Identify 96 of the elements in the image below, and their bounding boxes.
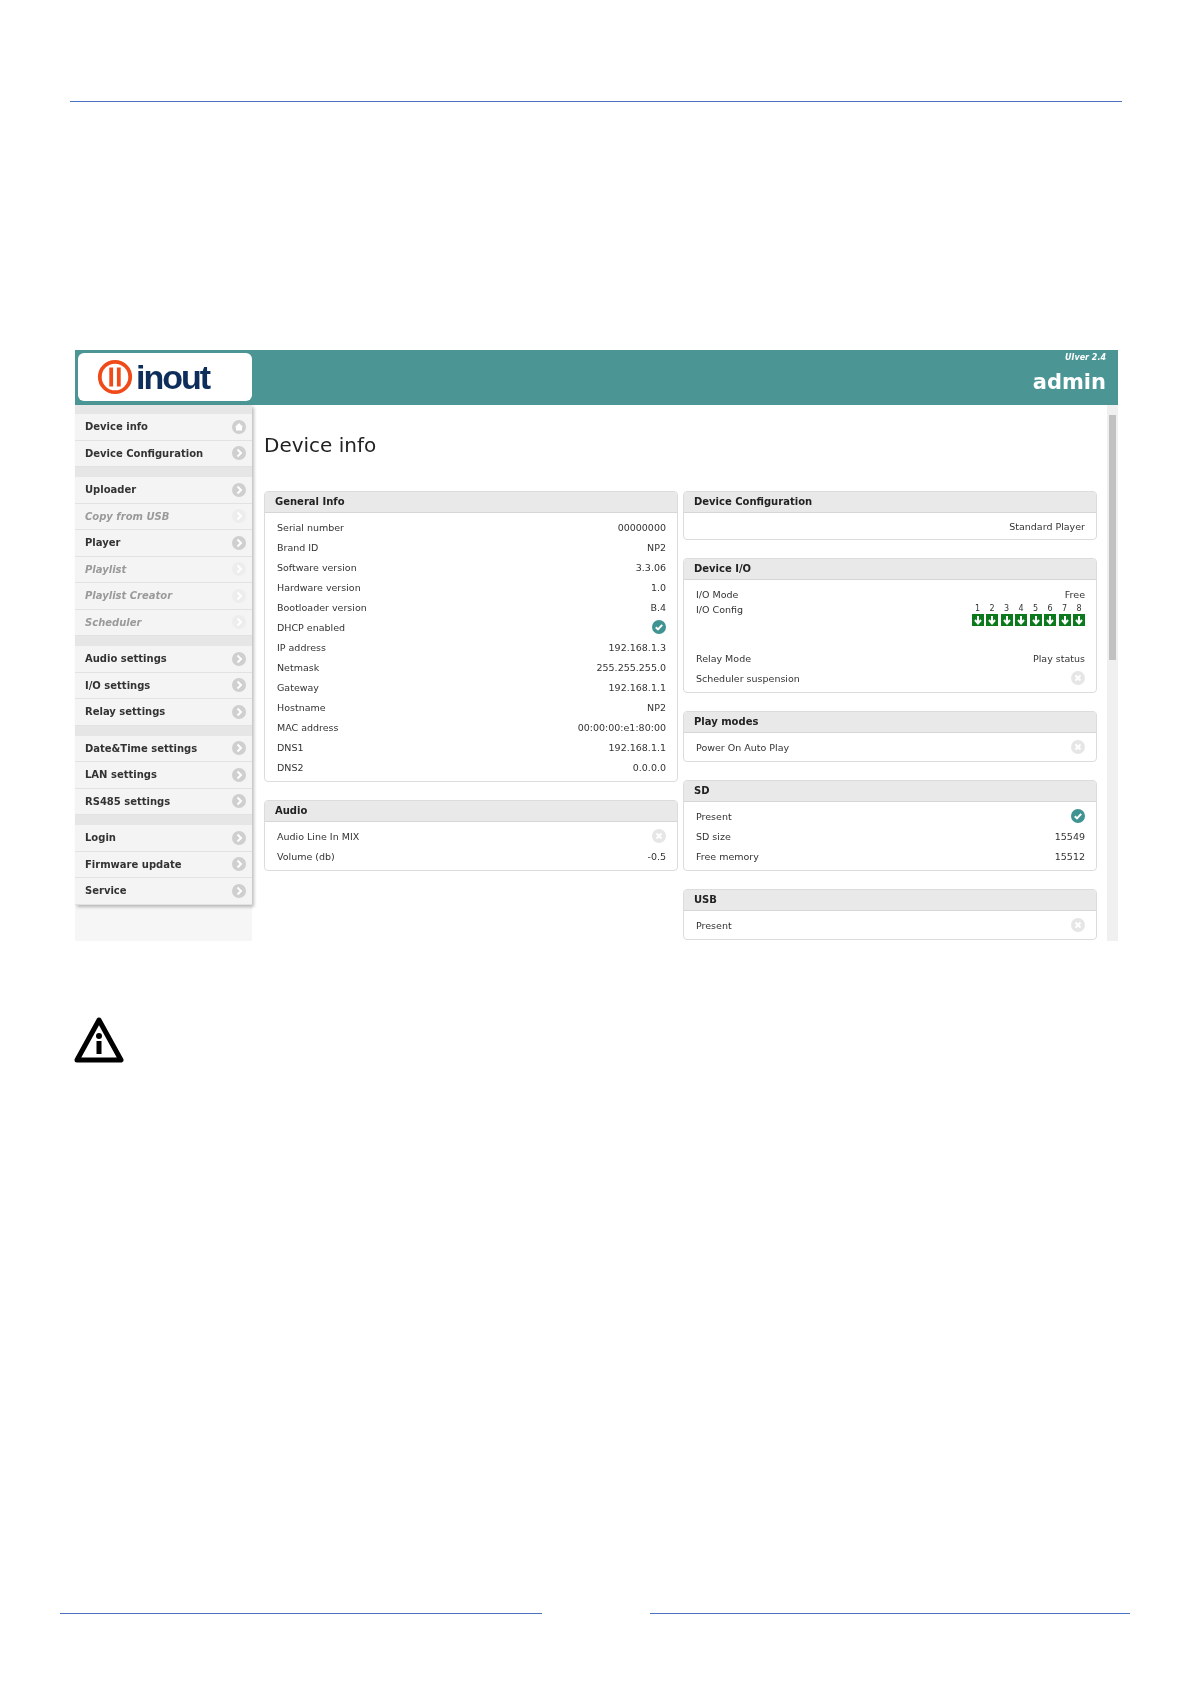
scrollbar[interactable] — [1107, 405, 1118, 941]
port-number: 3 — [1003, 604, 1010, 614]
field-label: Hardware version — [277, 581, 361, 593]
field-label: DNS2 — [277, 761, 304, 773]
logo-text: inout — [136, 360, 210, 394]
field-label: DNS1 — [277, 741, 304, 753]
port-number: 7 — [1061, 604, 1068, 614]
home-icon — [232, 419, 246, 434]
sidebar-item[interactable]: Uploader — [75, 477, 252, 504]
panel-header: Device I/O — [684, 559, 1096, 580]
chevron-right-icon — [232, 741, 246, 756]
field-value: -0.5 — [647, 850, 666, 862]
field-value: 0.0.0.0 — [632, 761, 666, 773]
field-label: IP address — [277, 641, 326, 653]
sidebar-item[interactable]: Audio settings — [75, 646, 252, 673]
sidebar-item[interactable]: LAN settings — [75, 762, 252, 789]
chevron-right-icon — [232, 767, 246, 782]
field-label: MAC address — [277, 721, 339, 733]
field-value: 192.168.1.1 — [608, 741, 666, 753]
down-arrow-icon — [986, 614, 998, 626]
field-value: 255.255.255.0 — [596, 661, 666, 673]
field-label: Software version — [277, 561, 357, 573]
sidebar-item[interactable]: Login — [75, 825, 252, 852]
field-value: Free — [1064, 588, 1085, 600]
chevron-right-icon — [232, 651, 246, 666]
panel-header: Audio — [265, 801, 677, 822]
field-label: Volume (db) — [277, 850, 335, 862]
field-value: 1.0 — [650, 581, 666, 593]
port-number: 2 — [989, 604, 995, 614]
field-value: 192.168.1.1 — [608, 681, 666, 693]
field-value: NP2 — [647, 541, 666, 553]
field-value: Standard Player — [1009, 520, 1085, 532]
logo-icon — [96, 358, 134, 396]
field-label: Power On Auto Play — [696, 741, 790, 753]
down-arrow-icon — [1073, 614, 1085, 626]
field-label: Present — [696, 919, 732, 931]
down-arrow-icon — [1058, 614, 1071, 626]
field-label: DHCP enabled — [277, 621, 346, 633]
field-value: B.4 — [650, 601, 666, 613]
sidebar-item[interactable]: Device info — [75, 414, 252, 441]
sidebar-item[interactable]: I/O settings — [75, 672, 252, 699]
sidebar-item[interactable]: Relay settings — [75, 699, 252, 726]
chevron-right-icon — [232, 857, 246, 872]
down-arrow-icon — [971, 614, 984, 626]
panel-header: SD — [684, 781, 1096, 802]
down-arrow-icon — [1029, 614, 1042, 626]
field-value: Play status — [1032, 652, 1085, 664]
chevron-right-icon — [232, 794, 246, 809]
field-label: Bootloader version — [277, 601, 367, 613]
field-label: Gateway — [277, 681, 319, 693]
panel-header: USB — [684, 890, 1096, 911]
down-arrow-icon — [1044, 614, 1056, 626]
field-label: I/O Mode — [696, 588, 739, 600]
panel-header: General Info — [265, 492, 677, 513]
field-value: 3.3.06 — [635, 561, 666, 573]
sidebar-item[interactable]: Service — [75, 878, 252, 905]
field-value: 00:00:00:e1:80:00 — [577, 721, 666, 733]
down-arrow-icon — [1000, 614, 1013, 626]
chevron-right-icon — [232, 678, 246, 693]
chevron-right-icon — [232, 704, 246, 719]
panel-header: Device Configuration — [684, 492, 1096, 513]
page-title: Device info — [264, 433, 378, 457]
sidebar-item[interactable]: Date&Time settings — [75, 735, 252, 762]
field-label: Scheduler suspension — [696, 672, 800, 684]
chevron-right-icon — [232, 883, 246, 898]
info-warning-icon — [74, 1017, 124, 1063]
field-label: Relay Mode — [696, 652, 751, 664]
field-label: Brand ID — [277, 541, 319, 553]
chevron-right-icon — [232, 535, 246, 550]
field-label: Serial number — [277, 521, 344, 533]
field-label: Present — [696, 810, 732, 822]
user-name: admin — [1032, 370, 1106, 394]
field-label: Netmask — [277, 661, 320, 673]
port-number: 4 — [1018, 604, 1024, 614]
field-value: 00000000 — [617, 521, 666, 533]
chevron-right-icon — [232, 482, 246, 497]
field-label: Hostname — [277, 701, 326, 713]
field-label: SD size — [696, 830, 731, 842]
port-number: 5 — [1032, 604, 1039, 614]
field-value: NP2 — [647, 701, 666, 713]
sidebar-item[interactable]: Firmware update — [75, 851, 252, 878]
field-value: 15549 — [1054, 830, 1085, 842]
chevron-right-icon — [232, 830, 246, 845]
field-label: Audio Line In MIX — [277, 830, 360, 842]
chevron-right-icon — [232, 446, 246, 461]
version-label: UIver 2.4 — [1065, 353, 1106, 362]
field-value: 192.168.1.3 — [608, 641, 666, 653]
port-number: 8 — [1076, 604, 1082, 614]
port-number: 6 — [1047, 604, 1053, 614]
field-label: I/O Config — [696, 604, 743, 615]
field-value: 15512 — [1054, 850, 1085, 862]
field-label: Free memory — [696, 850, 759, 862]
down-arrow-icon — [1015, 614, 1027, 626]
port-number: 1 — [974, 604, 981, 614]
sidebar-item[interactable]: Player — [75, 530, 252, 557]
panel-header: Play modes — [684, 712, 1096, 733]
